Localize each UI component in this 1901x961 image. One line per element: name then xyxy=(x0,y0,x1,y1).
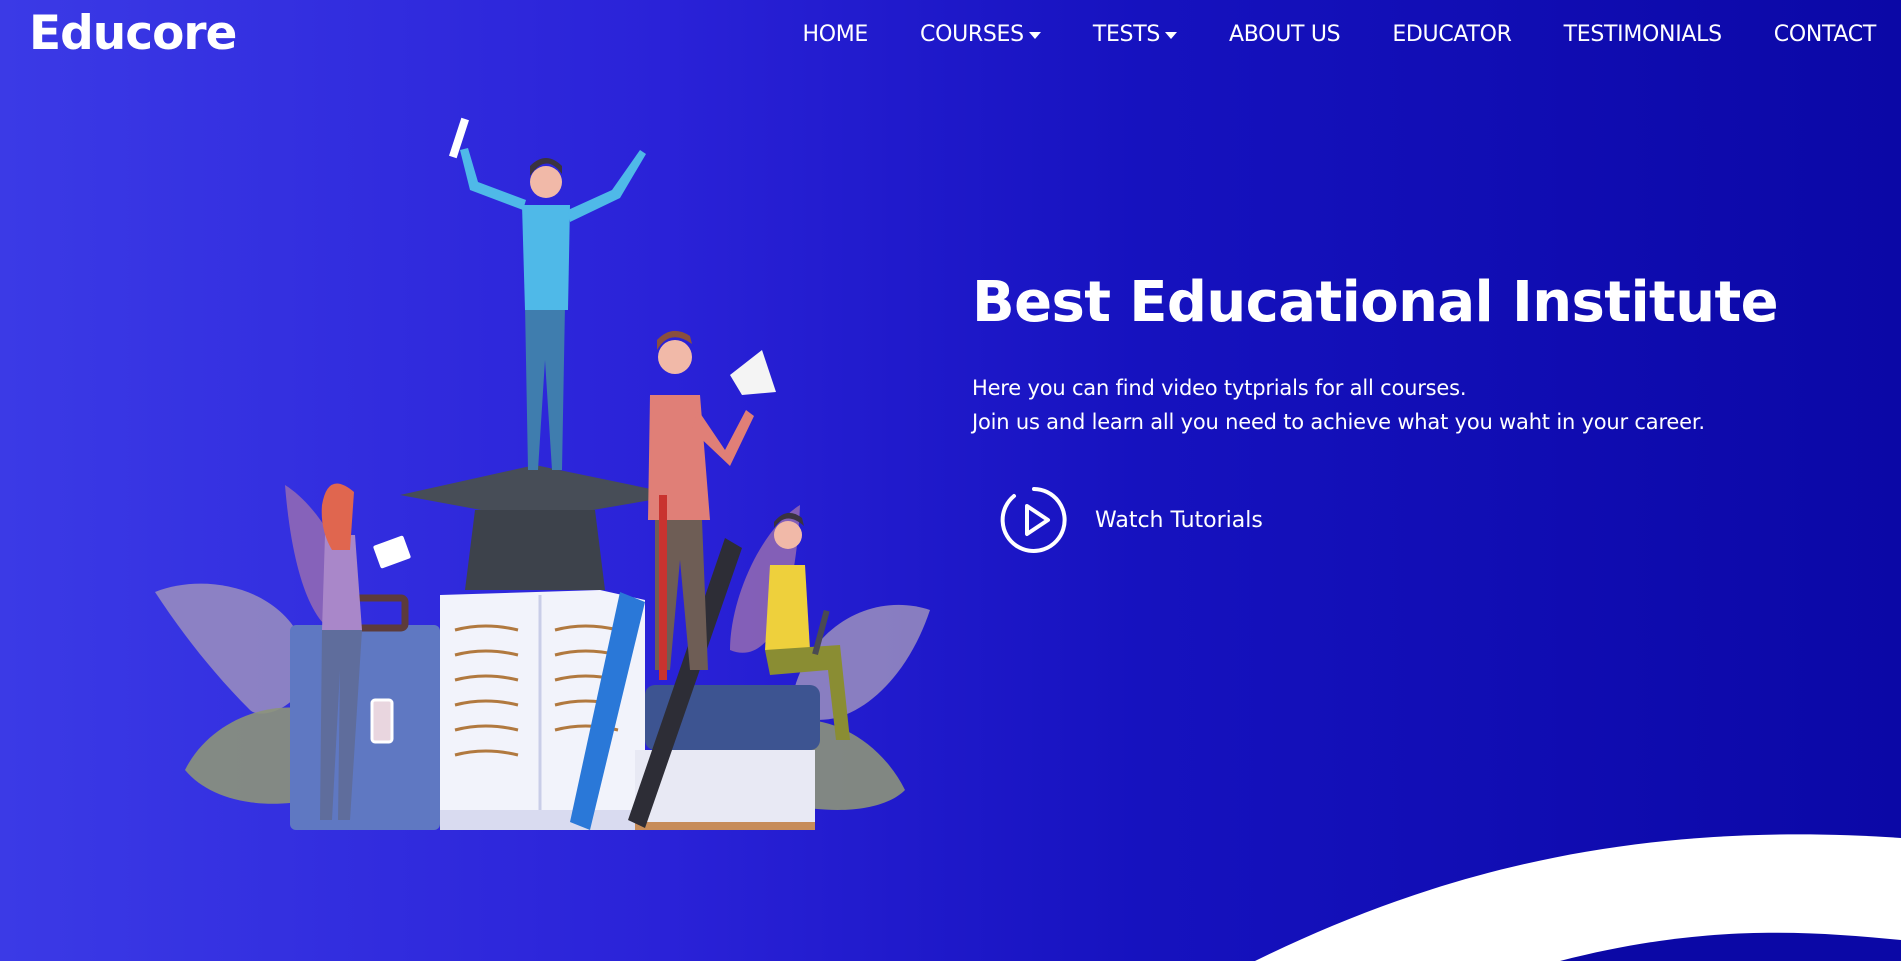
bottom-wave xyxy=(1255,834,1901,961)
